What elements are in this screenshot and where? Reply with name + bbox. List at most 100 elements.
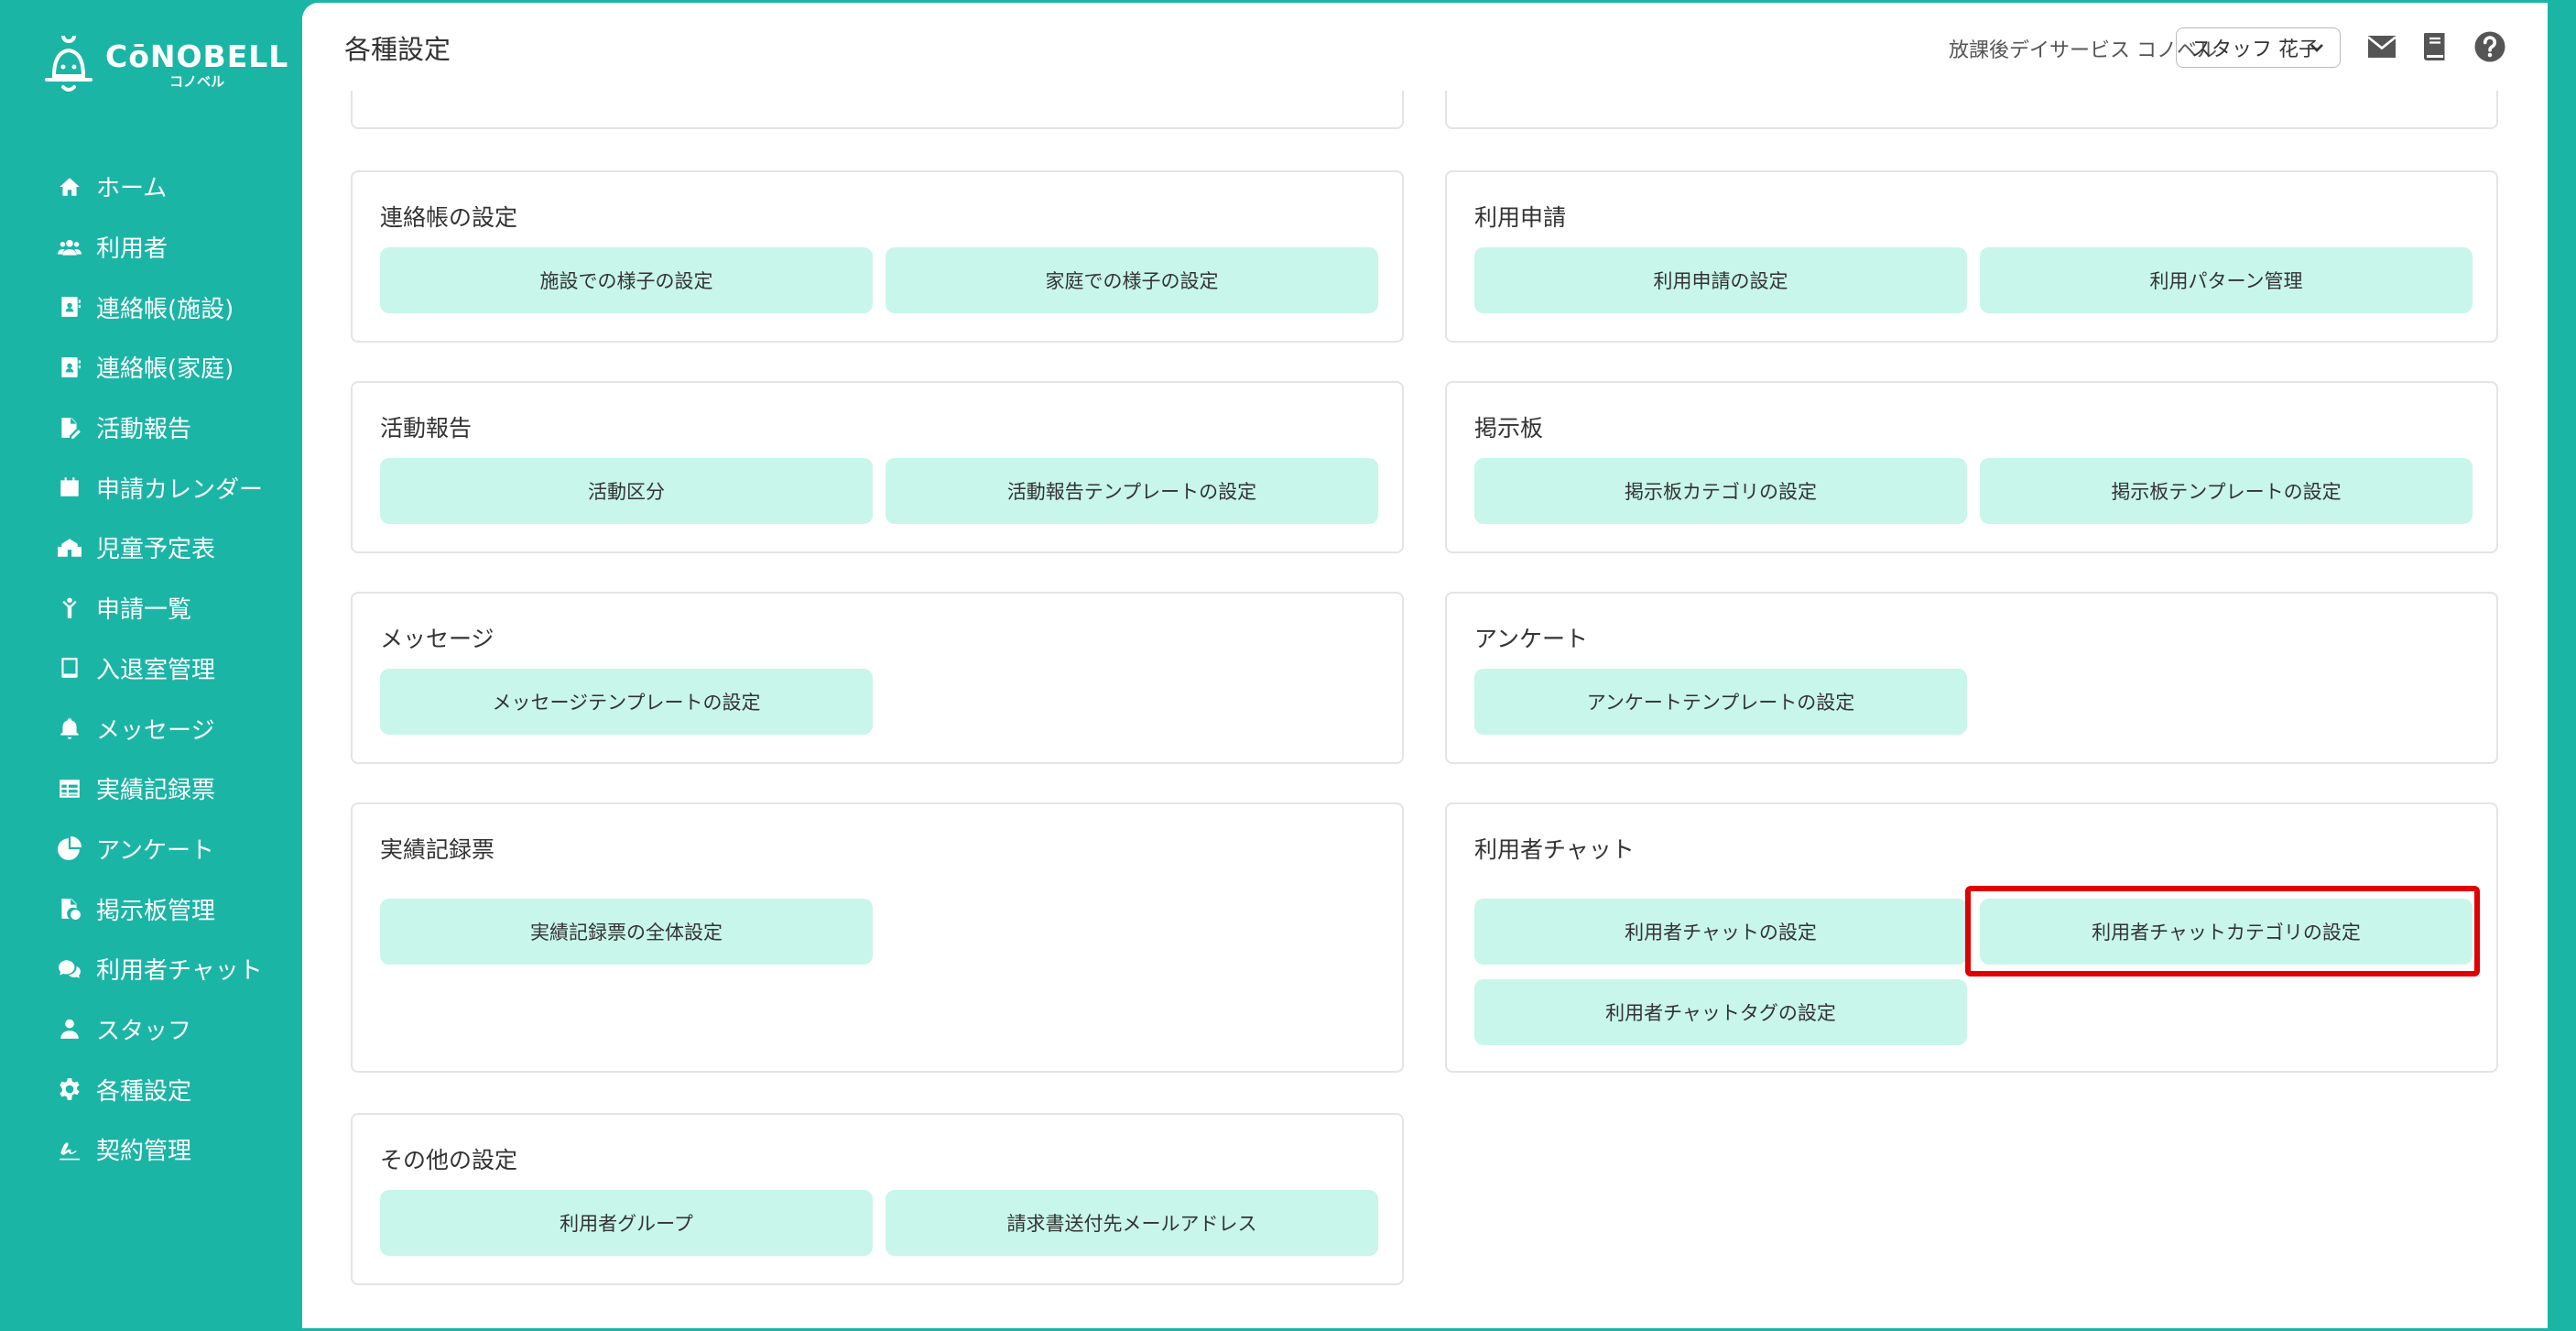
sidebar-item-contract[interactable]: 契約管理	[56, 1119, 263, 1180]
card-performance-record: 実績記録票 実績記録票の全体設定	[351, 802, 1404, 1073]
sidebar-item-label: 活動報告	[96, 416, 192, 444]
card-title: アンケート	[1474, 626, 1589, 652]
message-template-settings-button[interactable]: メッセージテンプレートの設定	[380, 669, 873, 735]
contact-book-icon	[56, 354, 83, 381]
home-icon	[56, 173, 83, 201]
sidebar-item-label: アンケート	[96, 836, 214, 865]
file-edit-icon	[56, 414, 83, 442]
gear-icon	[56, 1075, 83, 1103]
user-chat-settings-button[interactable]: 利用者チャットの設定	[1474, 899, 1967, 965]
school-icon	[56, 534, 83, 562]
card-title: 連絡帳の設定	[380, 204, 518, 231]
mail-icon[interactable]	[2365, 30, 2398, 63]
home-status-settings-button[interactable]: 家庭での様子の設定	[886, 247, 1378, 313]
card-title: 活動報告	[380, 415, 473, 442]
card-message: メッセージ メッセージテンプレートの設定	[351, 592, 1404, 764]
card-other-settings: その他の設定 利用者グループ 請求書送付先メールアドレス	[351, 1113, 1404, 1285]
bulletin-template-settings-button[interactable]: 掲示板テンプレートの設定	[1980, 458, 2473, 524]
card-survey: アンケート アンケートテンプレートの設定	[1445, 592, 2498, 764]
card-activity-report: 活動報告 活動区分 活動報告テンプレートの設定	[351, 381, 1404, 553]
sidebar-item-message[interactable]: メッセージ	[56, 698, 263, 758]
sidebar-item-label: メッセージ	[96, 716, 215, 745]
card-bulletin-board: 掲示板 掲示板カテゴリの設定 掲示板テンプレートの設定	[1445, 381, 2498, 553]
page-title: 各種設定	[344, 34, 451, 65]
sidebar-item-bulletin[interactable]: 掲示板管理	[56, 878, 263, 939]
file-check-icon	[56, 895, 83, 922]
bulletin-category-settings-button[interactable]: 掲示板カテゴリの設定	[1474, 458, 1967, 524]
bell-icon	[56, 715, 83, 742]
staff-icon	[56, 1015, 83, 1042]
app-window: CōNOBELL コノベル ホーム 利用者 連絡帳(施設) 連絡帳(家庭) 活動…	[0, 0, 2576, 1331]
sidebar-nav: ホーム 利用者 連絡帳(施設) 連絡帳(家庭) 活動報告 申請カレンダー 児童予…	[56, 157, 263, 1180]
card-contact-book-settings: 連絡帳の設定 施設での様子の設定 家庭での様子の設定	[351, 170, 1404, 343]
card-title: 利用者チャット	[1474, 836, 1635, 863]
help-icon[interactable]	[2473, 30, 2506, 63]
highlight-box	[1965, 886, 2480, 976]
card-title: メッセージ	[380, 626, 495, 652]
card-user-chat: 利用者チャット 利用者チャットの設定 利用者チャットカテゴリの設定 利用者チャッ…	[1445, 802, 2498, 1073]
sidebar-item-users[interactable]: 利用者	[56, 217, 263, 278]
child-icon	[56, 595, 83, 622]
sidebar-item-activity-report[interactable]: 活動報告	[56, 398, 263, 458]
activity-template-settings-button[interactable]: 活動報告テンプレートの設定	[886, 458, 1378, 524]
logo-subtitle: コノベル	[169, 73, 225, 90]
user-chat-tag-settings-button[interactable]: 利用者チャットタグの設定	[1474, 979, 1967, 1045]
usage-pattern-management-button[interactable]: 利用パターン管理	[1980, 247, 2473, 313]
usage-request-settings-button[interactable]: 利用申請の設定	[1474, 247, 1967, 313]
sidebar-item-survey[interactable]: アンケート	[56, 819, 263, 879]
pie-chart-icon	[56, 835, 83, 862]
record-general-settings-button[interactable]: 実績記録票の全体設定	[380, 899, 873, 965]
invoice-email-address-button[interactable]: 請求書送付先メールアドレス	[886, 1190, 1378, 1256]
sidebar-item-label: 実績記録票	[96, 777, 216, 805]
bell-logo-icon	[45, 36, 92, 92]
sidebar-item-label: 連絡帳(施設)	[96, 295, 234, 323]
sidebar: CōNOBELL コノベル ホーム 利用者 連絡帳(施設) 連絡帳(家庭) 活動…	[3, 3, 302, 1328]
sidebar-item-home[interactable]: ホーム	[56, 157, 263, 217]
logo[interactable]: CōNOBELL コノベル	[41, 36, 288, 94]
card-title: その他の設定	[380, 1147, 518, 1173]
sidebar-item-label: 掲示板管理	[96, 897, 216, 925]
sidebar-item-contact-home[interactable]: 連絡帳(家庭)	[56, 337, 263, 398]
sidebar-item-label: 利用者	[96, 235, 168, 264]
sidebar-item-label: 申請一覧	[96, 596, 192, 625]
chevron-down-icon	[2310, 44, 2323, 52]
staff-select-value: スタッフ 花子	[2191, 38, 2319, 61]
calendar-icon	[56, 474, 83, 501]
sidebar-item-user-chat[interactable]: 利用者チャット	[56, 939, 263, 999]
main-panel: 各種設定 放課後デイサービス コノベル スタッフ 花子 連絡帳の設定 施設での様…	[302, 3, 2548, 1328]
sidebar-item-label: 契約管理	[96, 1138, 192, 1166]
sidebar-item-label: 利用者チャット	[96, 957, 263, 986]
signature-icon	[56, 1136, 83, 1163]
sidebar-item-label: 申請カレンダー	[96, 475, 264, 504]
sidebar-item-request-list[interactable]: 申請一覧	[56, 578, 263, 638]
sidebar-item-request-calendar[interactable]: 申請カレンダー	[56, 457, 263, 518]
activity-category-button[interactable]: 活動区分	[380, 458, 873, 524]
sidebar-item-contact-facility[interactable]: 連絡帳(施設)	[56, 277, 263, 337]
card-title: 利用申請	[1474, 204, 1567, 231]
sidebar-item-child-schedule[interactable]: 児童予定表	[56, 518, 263, 578]
logo-wordmark: CōNOBELL	[105, 38, 289, 74]
facility-status-settings-button[interactable]: 施設での様子の設定	[380, 247, 873, 313]
tablet-icon	[56, 654, 83, 682]
top-bar: 各種設定 放課後デイサービス コノベル スタッフ 花子	[302, 3, 2548, 91]
contact-book-icon	[56, 293, 83, 321]
card-title: 実績記録票	[380, 836, 495, 863]
book-icon[interactable]	[2418, 30, 2451, 63]
card-usage-request: 利用申請 利用申請の設定 利用パターン管理	[1445, 170, 2498, 343]
sidebar-item-label: ホーム	[96, 175, 168, 203]
table-icon	[56, 775, 83, 802]
users-icon	[56, 234, 83, 261]
chat-icon	[56, 955, 83, 983]
user-group-button[interactable]: 利用者グループ	[380, 1190, 873, 1256]
sidebar-item-staff[interactable]: スタッフ	[56, 999, 263, 1060]
card-title: 掲示板	[1474, 415, 1544, 442]
sidebar-item-label: 児童予定表	[96, 536, 216, 564]
sidebar-item-settings[interactable]: 各種設定	[56, 1059, 263, 1119]
survey-template-settings-button[interactable]: アンケートテンプレートの設定	[1474, 669, 1967, 735]
sidebar-item-label: スタッフ	[96, 1017, 192, 1045]
staff-select[interactable]: スタッフ 花子	[2176, 27, 2341, 68]
sidebar-item-entry-exit[interactable]: 入退室管理	[56, 638, 263, 699]
sidebar-item-label: 各種設定	[96, 1077, 192, 1106]
sidebar-item-record[interactable]: 実績記録票	[56, 758, 263, 819]
sidebar-item-label: 連絡帳(家庭)	[96, 355, 234, 384]
